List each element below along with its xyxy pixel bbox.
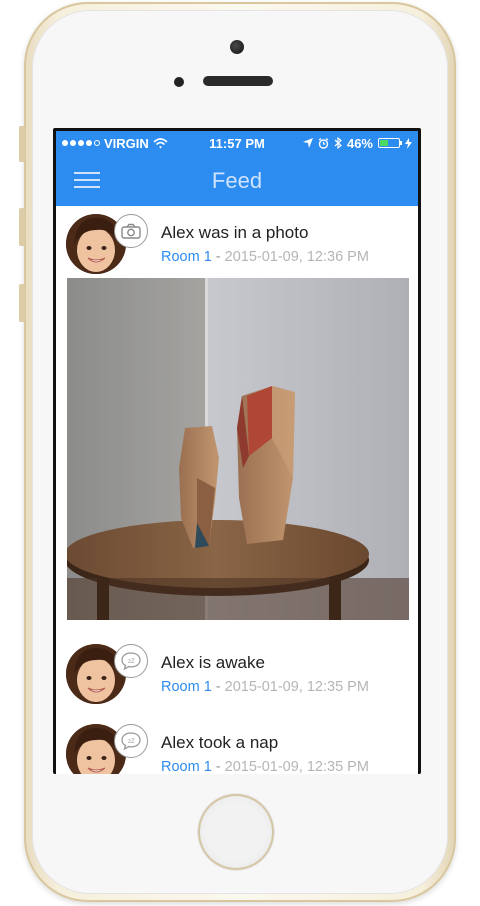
nav-bar: Feed bbox=[56, 155, 418, 206]
carrier-name: VIRGIN bbox=[104, 135, 149, 151]
earpiece-speaker bbox=[203, 76, 273, 86]
meta-separator: - bbox=[215, 679, 221, 695]
battery-level bbox=[380, 140, 388, 146]
charging-bolt-icon bbox=[405, 137, 412, 149]
svg-text:zZ: zZ bbox=[128, 659, 135, 665]
proximity-sensor bbox=[174, 77, 184, 87]
feed-item-title: Alex was in a photo bbox=[161, 223, 309, 242]
home-button[interactable] bbox=[198, 794, 274, 870]
feed-item-title: Alex took a nap bbox=[161, 733, 279, 752]
room-link[interactable]: Room 1 bbox=[161, 759, 212, 774]
battery-icon bbox=[378, 138, 402, 148]
feed-item-meta: Room 1-2015-01-09, 12:35 PM bbox=[161, 759, 369, 774]
svg-text:zZ: zZ bbox=[128, 739, 135, 745]
feed-item-timestamp: 2015-01-09, 12:35 PM bbox=[224, 679, 369, 695]
page-title: Feed bbox=[211, 167, 263, 193]
feed-item-timestamp: 2015-01-09, 12:35 PM bbox=[224, 759, 369, 774]
screen: VIRGIN 11:57 PM 46% Feed Alex was in a p… bbox=[53, 128, 421, 774]
sleep-bubble-icon: zZ bbox=[114, 644, 148, 678]
bluetooth-icon bbox=[334, 137, 342, 149]
status-bar: VIRGIN 11:57 PM 46% bbox=[56, 131, 418, 155]
feed-item-meta: Room 1-2015-01-09, 12:35 PM bbox=[161, 679, 369, 695]
volume-down-button bbox=[19, 284, 25, 322]
feed-item-timestamp: 2015-01-09, 12:36 PM bbox=[224, 249, 369, 265]
room-link[interactable]: Room 1 bbox=[161, 679, 212, 695]
mute-switch bbox=[19, 126, 25, 162]
room-link[interactable]: Room 1 bbox=[161, 249, 212, 265]
meta-separator: - bbox=[215, 759, 221, 774]
battery-percent: 46% bbox=[346, 135, 373, 151]
app-view: VIRGIN 11:57 PM 46% Feed Alex was in a p… bbox=[56, 131, 418, 774]
status-right: 46% bbox=[302, 135, 412, 151]
signal-strength-icon bbox=[62, 140, 100, 146]
volume-up-button bbox=[19, 208, 25, 246]
feed-item[interactable]: zZ Alex is awake Room 1-2015-01-09, 12:3… bbox=[56, 636, 418, 708]
meta-separator: - bbox=[215, 249, 221, 265]
feed-item-meta: Room 1-2015-01-09, 12:36 PM bbox=[161, 249, 369, 265]
camera-icon bbox=[114, 214, 148, 248]
feed-item[interactable]: Alex was in a photo Room 1-2015-01-09, 1… bbox=[56, 206, 418, 278]
front-camera bbox=[230, 40, 244, 54]
location-arrow-icon bbox=[302, 138, 313, 148]
sleep-bubble-icon: zZ bbox=[114, 724, 148, 758]
hamburger-icon bbox=[74, 172, 100, 174]
feed-photo[interactable] bbox=[67, 278, 409, 620]
feed-item[interactable]: zZ Alex took a nap Room 1-2015-01-09, 12… bbox=[56, 716, 418, 774]
status-left: VIRGIN bbox=[62, 136, 168, 151]
menu-button[interactable] bbox=[74, 172, 100, 188]
wifi-icon bbox=[153, 137, 168, 148]
feed-item-title: Alex is awake bbox=[161, 653, 265, 672]
alarm-clock-icon bbox=[318, 137, 329, 149]
